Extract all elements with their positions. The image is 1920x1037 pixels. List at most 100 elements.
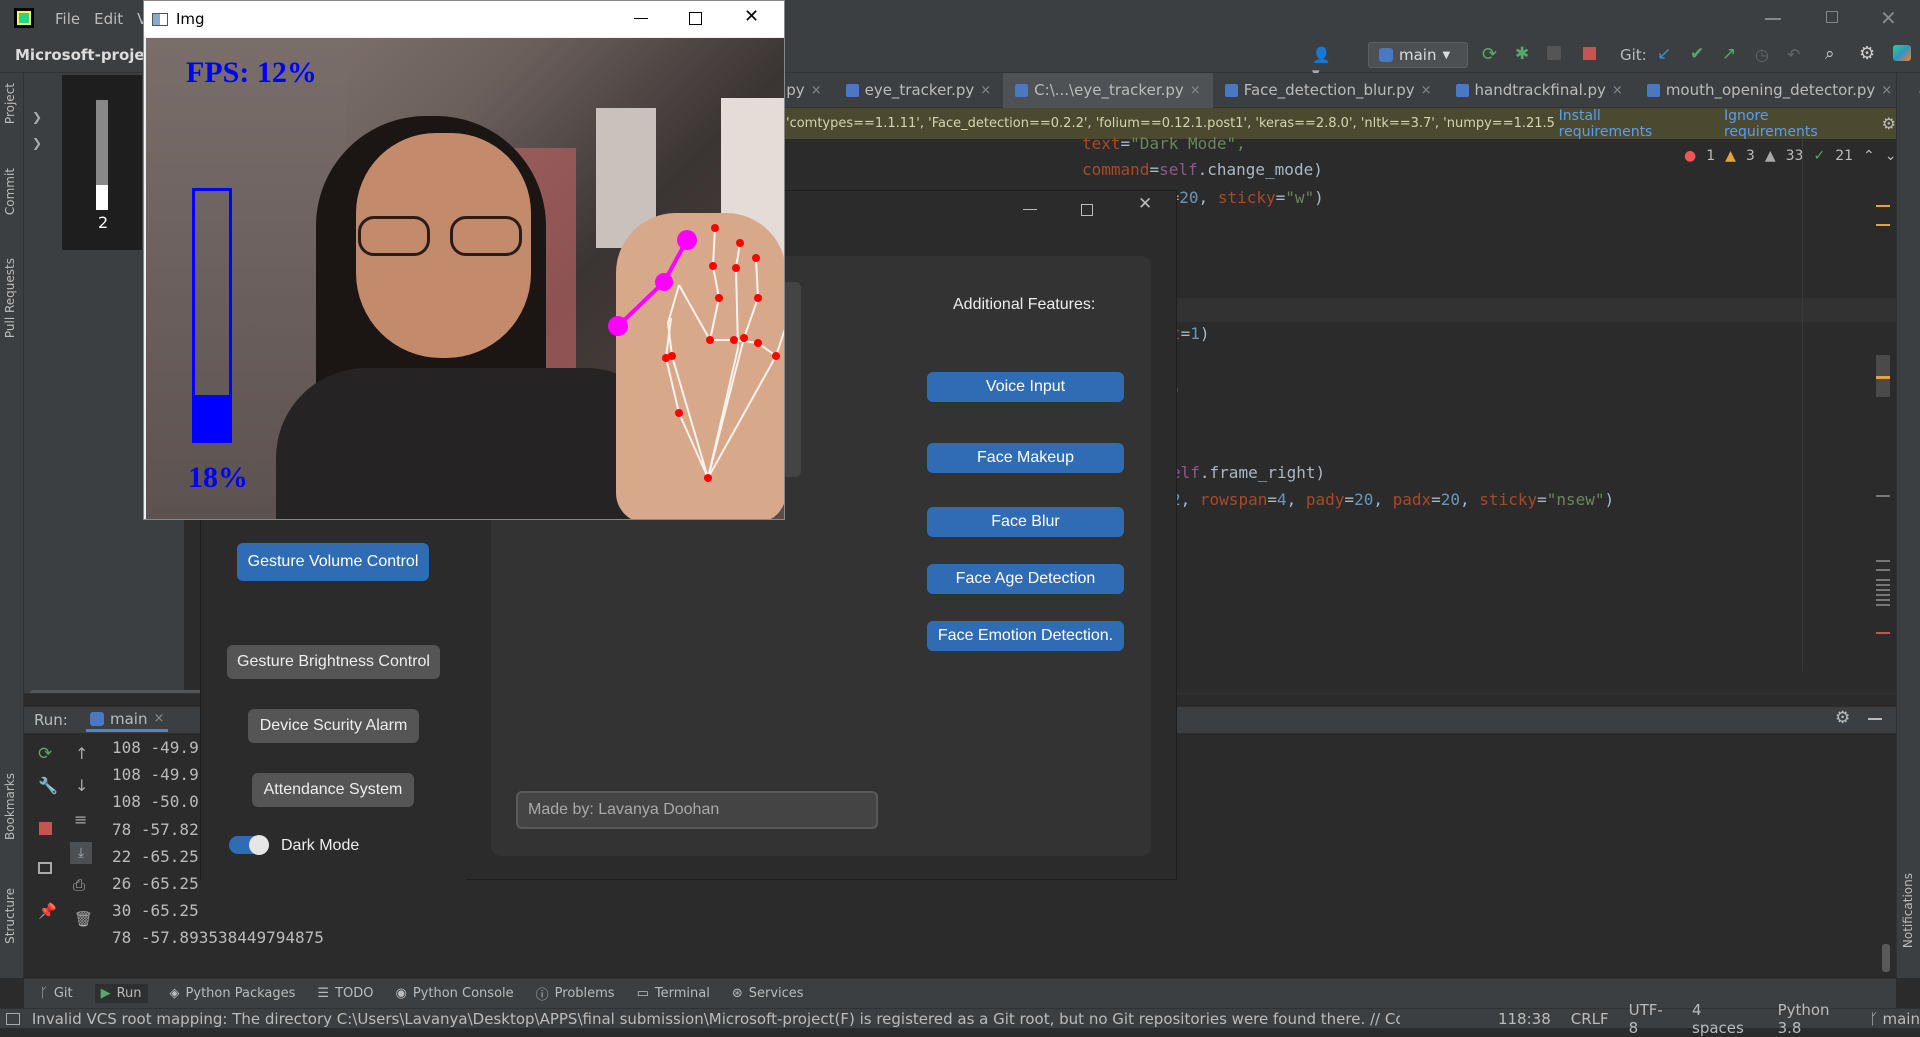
tab-bookmarks[interactable]: Bookmarks	[3, 773, 17, 840]
git-push-icon[interactable]: ↗	[1722, 44, 1736, 64]
rerun-icon[interactable]: ⟳	[38, 744, 52, 764]
img-window-titlebar[interactable]: Img	[144, 1, 784, 37]
python-interpreter[interactable]: Python 3.8	[1778, 1001, 1858, 1037]
attendance-button[interactable]: Attendance System	[252, 773, 414, 807]
plugin-icon[interactable]	[1893, 45, 1911, 61]
img-close-button[interactable]: ✕	[744, 6, 759, 27]
editor-tab[interactable]: mouth_opening_detector.py ×	[1635, 73, 1904, 108]
close-icon[interactable]: ×	[1421, 83, 1432, 98]
layout-toggle-icon[interactable]	[6, 1012, 20, 1025]
volume-bar-fill	[195, 395, 229, 440]
user-icon[interactable]: 👤▾	[1312, 46, 1338, 82]
tabs-overflow-icon[interactable]: ⌄	[1904, 73, 1920, 108]
close-icon[interactable]: ×	[1190, 83, 1201, 98]
run-config-tab[interactable]: main ×	[86, 708, 169, 732]
menu-edit[interactable]: Edit	[94, 10, 123, 28]
face-age-button[interactable]: Face Age Detection	[927, 564, 1124, 594]
line-separator[interactable]: CRLF	[1571, 1010, 1609, 1028]
up-arrow-icon[interactable]: ↑	[75, 744, 88, 763]
face-blur-button[interactable]: Face Blur	[927, 507, 1124, 537]
tree-expand-icon[interactable]: ❯	[32, 110, 42, 124]
git-rollback-icon[interactable]: ↶	[1787, 45, 1800, 64]
stop-icon[interactable]	[1583, 47, 1596, 60]
close-icon[interactable]: ×	[153, 711, 164, 726]
gear-icon[interactable]: ⚙	[1835, 708, 1850, 728]
debug-icon[interactable]: ✱	[1515, 44, 1529, 64]
close-icon[interactable]: ×	[1881, 83, 1892, 98]
ignore-requirements-link[interactable]: Ignore requirements	[1724, 108, 1866, 140]
tab-problems[interactable]: ⓘ Problems	[536, 984, 615, 1003]
layout-icon[interactable]	[38, 862, 52, 874]
rerun-icon[interactable]: ⟳	[1482, 44, 1497, 65]
pin-icon[interactable]: 📌	[38, 902, 57, 920]
face-emotion-button[interactable]: Face Emotion Detection.	[927, 621, 1124, 651]
soft-wrap-icon[interactable]: ≡	[74, 810, 87, 829]
editor-tab[interactable]: handtrackfinal.py ×	[1444, 73, 1635, 108]
settings-icon[interactable]: ⚙	[1859, 43, 1875, 64]
gesture-volume-button[interactable]: Gesture Volume Control	[237, 543, 429, 581]
trash-icon[interactable]: 🗑	[74, 910, 93, 928]
editor-tab[interactable]: eye_tracker.py ×	[834, 73, 1004, 108]
img-window-title: Img	[176, 10, 205, 28]
editor-tab[interactable]: Face_detection_blur.py ×	[1213, 73, 1444, 108]
list-icon: ☰	[317, 986, 330, 1001]
search-icon[interactable]: ⌕	[1825, 44, 1835, 64]
tab-run[interactable]: ▶ Run	[94, 984, 148, 1003]
editor-tab-active[interactable]: C:\...\eye_tracker.py ×	[1003, 72, 1213, 108]
tab-commit[interactable]: Commit	[3, 168, 17, 215]
dark-mode-switch[interactable]	[229, 835, 269, 855]
tab-todo[interactable]: ☰ TODO	[317, 986, 373, 1001]
indent-setting[interactable]: 4 spaces	[1692, 1001, 1758, 1037]
device-alarm-button[interactable]: Device Scurity Alarm	[248, 709, 419, 743]
tab-git[interactable]: ᚴ Git	[40, 986, 73, 1001]
install-requirements-link[interactable]: Install requirements	[1559, 108, 1698, 140]
status-bar: Invalid VCS root mapping: The directory …	[0, 1001, 1920, 1037]
tab-notifications[interactable]: Notifications	[1901, 873, 1915, 948]
wrench-icon[interactable]: 🔧	[38, 776, 58, 795]
console-scrollbar[interactable]	[1882, 944, 1890, 972]
coverage-icon[interactable]	[1547, 46, 1561, 60]
tab-structure[interactable]: Structure	[3, 888, 17, 944]
tab-pull-requests[interactable]: Pull Requests	[3, 258, 17, 338]
face-makeup-button[interactable]: Face Makeup	[927, 443, 1124, 473]
git-update-icon[interactable]: ↙	[1657, 44, 1671, 64]
tab-terminal[interactable]: ▭ Terminal	[637, 986, 710, 1001]
git-commit-icon[interactable]: ✔	[1690, 44, 1704, 64]
tab-services[interactable]: ⊛ Services	[732, 986, 804, 1001]
tab-python-console[interactable]: ◉ Python Console	[395, 986, 513, 1001]
gesture-brightness-button[interactable]: Gesture Brightness Control	[227, 645, 440, 679]
menu-file[interactable]: File	[55, 10, 80, 28]
gear-icon[interactable]: ⚙	[1882, 114, 1896, 133]
down-arrow-icon[interactable]: ↓	[75, 776, 88, 795]
made-by-entry[interactable]: Made by: Lavanya Doohan	[516, 791, 878, 829]
inspection-widget[interactable]: ● 1 ▲ 3 ▲ 33 ✓ 21 ⌃ ⌄	[1684, 148, 1896, 164]
git-history-icon[interactable]: ◷	[1755, 45, 1769, 64]
app-minimize-button[interactable]	[1023, 209, 1037, 210]
tab-python-packages[interactable]: ◈ Python Packages	[170, 986, 296, 1001]
status-message[interactable]: Invalid VCS root mapping: The directory …	[32, 1010, 1400, 1028]
voice-input-button[interactable]: Voice Input	[927, 372, 1124, 402]
ide-minimize-button[interactable]	[1765, 18, 1781, 20]
print-icon[interactable]: ⎙	[73, 876, 85, 894]
ide-restore-button[interactable]	[1826, 11, 1838, 23]
caret-position[interactable]: 118:38	[1498, 1010, 1551, 1028]
close-icon[interactable]: ×	[1612, 83, 1623, 98]
img-maximize-button[interactable]	[689, 12, 702, 25]
minimize-panel-icon[interactable]	[1868, 718, 1882, 720]
scroll-to-end-icon[interactable]: ⤓	[70, 842, 92, 864]
ok-count: 21	[1835, 148, 1854, 164]
editor-vertical-scrollbar[interactable]	[1870, 139, 1890, 669]
git-branch[interactable]: main	[1883, 1010, 1920, 1028]
app-maximize-button[interactable]	[1081, 204, 1093, 216]
ide-close-button[interactable]: ✕	[1880, 6, 1897, 30]
python-file-icon	[1455, 83, 1469, 97]
stop-icon[interactable]	[39, 822, 52, 835]
app-close-button[interactable]: ✕	[1138, 194, 1152, 214]
close-icon[interactable]: ×	[811, 83, 822, 98]
run-config-dropdown[interactable]: main ▼	[1368, 42, 1468, 68]
img-minimize-button[interactable]	[634, 18, 648, 19]
tab-project[interactable]: Project	[3, 83, 17, 124]
file-encoding[interactable]: UTF-8	[1629, 1001, 1672, 1037]
close-icon[interactable]: ×	[980, 83, 991, 98]
tree-expand-icon-2[interactable]: ❯	[32, 136, 42, 150]
